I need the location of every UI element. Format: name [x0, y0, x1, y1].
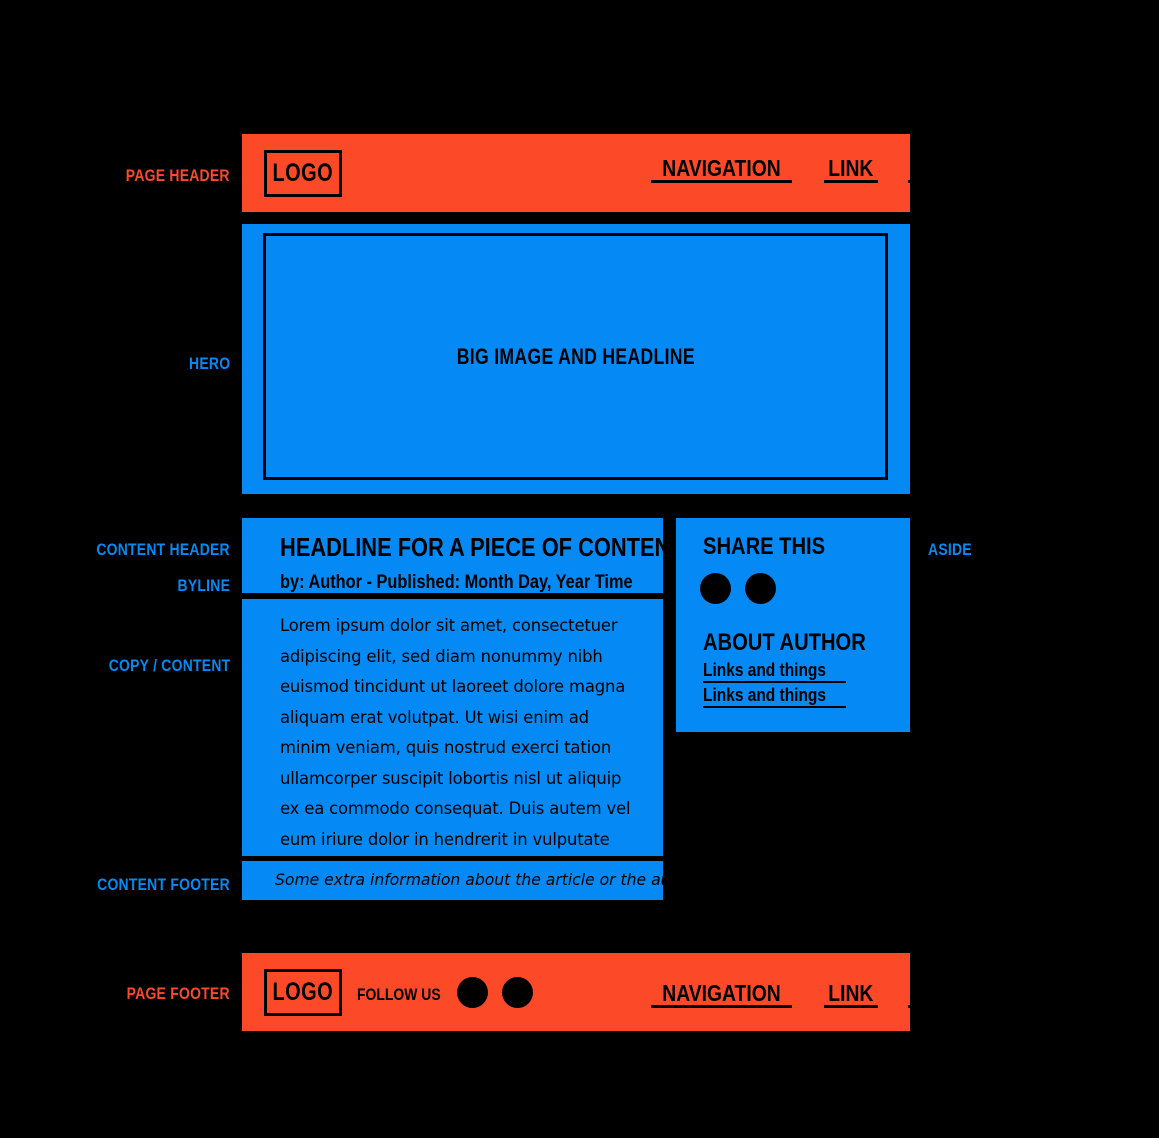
annotation-aside-label: ASIDE — [928, 540, 972, 559]
aside-link-1[interactable]: Links and things — [703, 660, 847, 683]
content-byline: by: Author - Published: Month Day, Year … — [280, 573, 690, 592]
annotation-hero: HERO — [0, 355, 230, 372]
content-byline-text: by: Author - Published: Month Day, Year … — [280, 572, 633, 593]
content-footer-text: Some extra information about the article… — [275, 871, 703, 889]
footer-nav-link-navigation-label: NAVIGATION — [662, 980, 781, 1006]
footer-nav-link-2-label: LINK — [911, 980, 958, 1006]
content-footer-label: Some extra information about the article… — [275, 871, 703, 889]
footer-social-circle-1-icon[interactable] — [457, 977, 488, 1008]
annotation-page-header-label: PAGE HEADER — [126, 166, 230, 185]
aside-about-heading-text: ABOUT AUTHOR — [703, 629, 866, 656]
aside-link-2-label: Links and things — [703, 685, 826, 705]
aside-share-heading: SHARE THIS — [703, 535, 848, 559]
hero-image-label: BIG IMAGE AND HEADLINE — [456, 343, 695, 369]
footer-social-circle-2-icon[interactable] — [502, 977, 533, 1008]
header-nav-link-2[interactable]: LINK — [907, 155, 962, 184]
footer-nav-link-2[interactable]: LINK — [907, 980, 962, 1009]
aside-link-2[interactable]: Links and things — [703, 685, 847, 708]
header-logo-label: LOGO — [272, 159, 334, 187]
annotation-content-footer-label: CONTENT FOOTER — [97, 875, 230, 894]
footer-follow-us-label: FOLLOW US — [357, 985, 441, 1004]
annotation-byline-label: BYLINE — [177, 576, 230, 595]
footer-nav-link-1-label: LINK — [828, 980, 874, 1006]
header-nav-link-navigation-label: NAVIGATION — [662, 155, 781, 181]
header-nav: NAVIGATION LINK LINK — [651, 155, 962, 184]
header-nav-link-1[interactable]: LINK — [823, 155, 878, 184]
aside-share-heading-text: SHARE THIS — [703, 533, 826, 560]
annotation-content-footer: CONTENT FOOTER — [0, 876, 230, 893]
annotation-content-header-label: CONTENT HEADER — [96, 540, 230, 559]
annotation-page-footer-label: PAGE FOOTER — [126, 984, 230, 1003]
aside-social-circle-2-icon[interactable] — [745, 573, 776, 604]
annotation-copy-content-label: COPY / CONTENT — [108, 656, 230, 675]
content-headline-text: HEADLINE FOR A PIECE OF CONTENT — [280, 532, 684, 562]
annotation-page-header: PAGE HEADER — [0, 167, 230, 184]
header-nav-link-2-label: LINK — [911, 155, 958, 181]
annotation-aside: ASIDE — [928, 541, 1128, 558]
annotation-content-header: CONTENT HEADER — [0, 541, 230, 558]
aside-link-1-label: Links and things — [703, 660, 826, 680]
footer-follow-us: FOLLOW US — [357, 986, 459, 1003]
header-logo[interactable]: LOGO — [264, 150, 342, 197]
annotation-hero-label: HERO — [188, 354, 230, 373]
hero-image-placeholder: BIG IMAGE AND HEADLINE — [263, 233, 888, 480]
annotation-byline: BYLINE — [0, 577, 230, 594]
footer-logo-label: LOGO — [272, 978, 334, 1006]
header-nav-link-1-label: LINK — [828, 155, 874, 181]
header-nav-link-navigation[interactable]: NAVIGATION — [651, 155, 792, 184]
footer-nav-link-navigation[interactable]: NAVIGATION — [651, 980, 792, 1009]
aside-social-circle-1-icon[interactable] — [700, 573, 731, 604]
footer-logo[interactable]: LOGO — [264, 969, 342, 1016]
footer-nav: NAVIGATION LINK LINK — [651, 980, 962, 1009]
footer-nav-link-1[interactable]: LINK — [823, 980, 878, 1009]
annotation-copy-content: COPY / CONTENT — [0, 657, 230, 674]
aside-about-heading: ABOUT AUTHOR — [703, 631, 897, 655]
annotation-page-footer: PAGE FOOTER — [0, 985, 230, 1002]
